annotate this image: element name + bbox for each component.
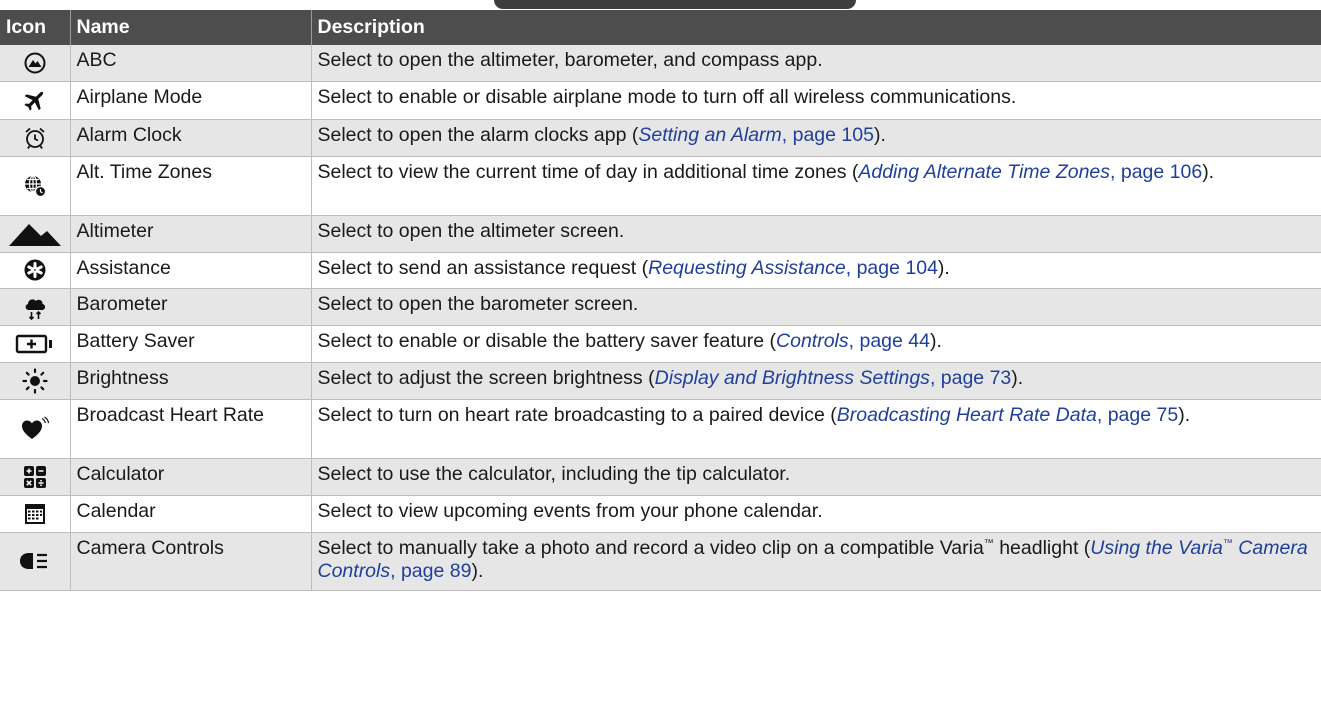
cross-reference-link[interactable]: Broadcasting Heart Rate Data, page 75 — [837, 404, 1178, 426]
globe-clock-icon — [0, 156, 71, 216]
row-description: Select to use the calculator, including … — [311, 458, 1321, 496]
table-row: Broadcast Heart Rate Select to turn on h… — [0, 399, 1321, 459]
calendar-icon — [0, 495, 71, 533]
table-row: Barometer Select to open the barometer s… — [0, 288, 1321, 326]
cross-reference-link[interactable]: Display and Brightness Settings, page 73 — [655, 367, 1012, 389]
row-name: Battery Saver — [70, 325, 312, 363]
row-description: Select to open the altimeter screen. — [311, 215, 1321, 253]
table-row: Altimeter Select to open the altimeter s… — [0, 215, 1321, 253]
row-description: Select to open the barometer screen. — [311, 288, 1321, 326]
row-name: Barometer — [70, 288, 312, 326]
row-description: Select to view upcoming events from your… — [311, 495, 1321, 533]
row-description: Select to view the current time of day i… — [311, 156, 1321, 216]
alarm-clock-icon — [0, 119, 71, 157]
row-name: Alarm Clock — [70, 119, 312, 157]
row-description: Select to enable or disable airplane mod… — [311, 81, 1321, 120]
row-name: ABC — [70, 45, 312, 82]
altimeter-barometer-compass-icon — [0, 45, 71, 82]
table-row: Battery Saver Select to enable or disabl… — [0, 325, 1321, 363]
header-name: Name — [70, 10, 312, 45]
row-name: Calculator — [70, 458, 312, 496]
airplane-icon — [0, 81, 71, 120]
row-description: Select to open the altimeter, barometer,… — [311, 45, 1321, 82]
table-row: Airplane Mode Select to enable or disabl… — [0, 81, 1321, 120]
table-row: Assistance Select to send an assistance … — [0, 252, 1321, 289]
header-description: Description — [311, 10, 1321, 45]
sun-icon — [0, 362, 71, 400]
controls-table: Icon Name Description ABC Select to open… — [0, 10, 1321, 591]
row-name: Camera Controls — [70, 532, 312, 591]
row-name: Alt. Time Zones — [70, 156, 312, 216]
row-description: Select to turn on heart rate broadcastin… — [311, 399, 1321, 459]
table-header-row: Icon Name Description — [0, 10, 1321, 45]
row-description: Select to adjust the screen brightness (… — [311, 362, 1321, 400]
cross-reference-link[interactable]: Setting an Alarm, page 105 — [638, 124, 874, 146]
calculator-icon — [0, 458, 71, 496]
table-row: Camera Controls Select to manually take … — [0, 532, 1321, 591]
row-name: Brightness — [70, 362, 312, 400]
row-name: Airplane Mode — [70, 81, 312, 120]
assistance-icon — [0, 252, 71, 289]
row-name: Altimeter — [70, 215, 312, 253]
table-row: Alt. Time Zones Select to view the curre… — [0, 156, 1321, 216]
heart-broadcast-icon — [0, 399, 71, 459]
headlight-camera-icon — [0, 532, 71, 591]
row-description: Select to enable or disable the battery … — [311, 325, 1321, 363]
cloud-pressure-icon — [0, 288, 71, 326]
header-icon: Icon — [0, 10, 71, 45]
table-row: Calculator Select to use the calculator,… — [0, 458, 1321, 496]
row-description: Select to send an assistance request (Re… — [311, 252, 1321, 289]
table-row: ABC Select to open the altimeter, barome… — [0, 45, 1321, 82]
cross-reference-link[interactable]: Requesting Assistance, page 104 — [648, 257, 938, 279]
cross-reference-link[interactable]: Controls, page 44 — [776, 330, 930, 352]
mountain-icon — [0, 215, 71, 253]
row-name: Broadcast Heart Rate — [70, 399, 312, 459]
battery-plus-icon — [0, 325, 71, 363]
table-row: Alarm Clock Select to open the alarm clo… — [0, 119, 1321, 157]
table-row: Calendar Select to view upcoming events … — [0, 495, 1321, 533]
table-row: Brightness Select to adjust the screen b… — [0, 362, 1321, 400]
page-top-tab — [494, 0, 856, 9]
row-description: Select to manually take a photo and reco… — [311, 532, 1321, 591]
row-description: Select to open the alarm clocks app (Set… — [311, 119, 1321, 157]
row-name: Calendar — [70, 495, 312, 533]
cross-reference-link[interactable]: Adding Alternate Time Zones, page 106 — [858, 161, 1202, 183]
row-name: Assistance — [70, 252, 312, 289]
